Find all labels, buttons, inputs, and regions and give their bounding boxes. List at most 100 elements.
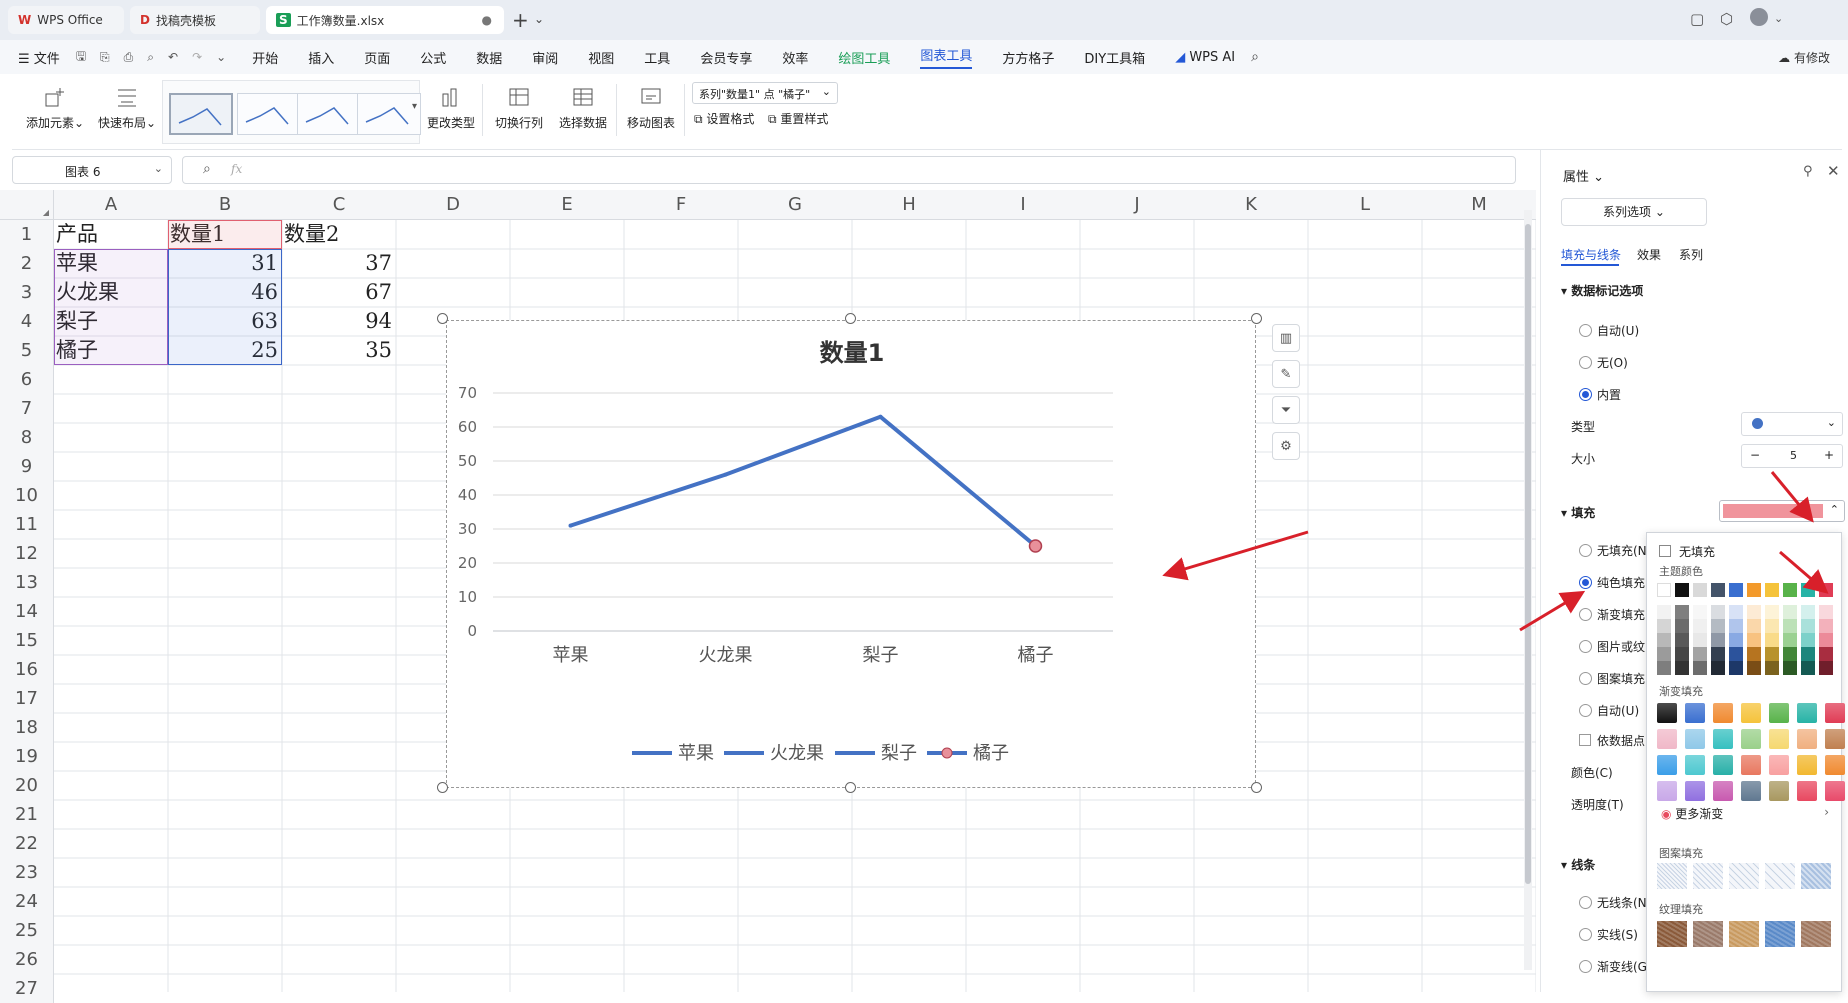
gradient-swatch[interactable] [1797, 781, 1817, 801]
theme-color-shade-swatch[interactable] [1801, 661, 1815, 675]
line-solid-radio[interactable] [1579, 928, 1592, 941]
theme-color-shade-swatch[interactable] [1801, 619, 1815, 633]
row-header[interactable]: 23 [0, 858, 54, 887]
gradient-swatch[interactable] [1741, 755, 1761, 775]
column-header-d[interactable]: D [396, 190, 510, 220]
row-header[interactable]: 4 [0, 307, 54, 336]
gradient-swatch[interactable] [1769, 755, 1789, 775]
chevron-down-icon[interactable]: ⌄ [216, 50, 226, 64]
row-header[interactable]: 14 [0, 597, 54, 626]
texture-swatch[interactable] [1693, 921, 1723, 947]
switch-row-col-button[interactable]: 切换行列 [492, 86, 546, 131]
theme-color-shade-swatch[interactable] [1729, 661, 1743, 675]
row-header[interactable]: 15 [0, 626, 54, 655]
theme-color-shade-swatch[interactable] [1657, 633, 1671, 647]
chart-style-thumb[interactable] [169, 93, 233, 135]
theme-color-shade-swatch[interactable] [1819, 605, 1833, 619]
row-header[interactable]: 1 [0, 220, 54, 249]
resize-handle[interactable] [437, 782, 448, 793]
column-header-h[interactable]: H [852, 190, 966, 220]
menu-insert[interactable]: 插入 [308, 48, 334, 67]
select-all-corner[interactable]: ◢ [0, 190, 54, 220]
theme-color-shade-swatch[interactable] [1801, 605, 1815, 619]
gradient-swatch[interactable] [1825, 781, 1845, 801]
theme-color-shade-swatch[interactable] [1711, 619, 1725, 633]
legend-entry[interactable]: 梨子 [881, 743, 917, 764]
column-header-j[interactable]: J [1080, 190, 1194, 220]
tab-workbook[interactable]: S 工作簿数量.xlsx ● [266, 6, 504, 34]
export-icon[interactable]: ⎘ [100, 50, 110, 65]
fill-section-header[interactable]: ▾ 填充 [1561, 504, 1595, 521]
theme-color-shade-swatch[interactable] [1765, 633, 1779, 647]
row-header[interactable]: 17 [0, 684, 54, 713]
chart-style-button[interactable]: ✎ [1272, 360, 1300, 388]
row-header[interactable]: 27 [0, 974, 54, 1003]
resize-handle[interactable] [845, 782, 856, 793]
tab-fill-line[interactable]: 填充与线条 [1561, 246, 1621, 263]
gradient-swatch[interactable] [1657, 703, 1677, 723]
quick-layout-button[interactable]: 快速布局⌄ [96, 86, 158, 131]
size-value[interactable]: 5 [1790, 449, 1797, 462]
select-data-button[interactable]: 选择数据 [556, 86, 610, 131]
fill-gradient-radio[interactable] [1579, 608, 1592, 621]
fill-color-picker[interactable]: ⌃ [1719, 500, 1845, 522]
changes-indicator[interactable]: ☁ 有修改 [1778, 49, 1830, 66]
column-header-k[interactable]: K [1194, 190, 1308, 220]
theme-color-shade-swatch[interactable] [1657, 661, 1671, 675]
fill-none-radio[interactable] [1579, 544, 1592, 557]
theme-color-shade-swatch[interactable] [1693, 647, 1707, 661]
column-header-i[interactable]: I [966, 190, 1080, 220]
table-cell[interactable]: 67 [282, 278, 396, 307]
marker-section-header[interactable]: ▾ 数据标记选项 [1561, 282, 1643, 299]
row-header[interactable]: 21 [0, 800, 54, 829]
chart-style-thumb[interactable] [357, 93, 421, 135]
print-preview-icon[interactable]: ⌕ [147, 50, 154, 65]
fill-picture-radio[interactable] [1579, 640, 1592, 653]
row-header[interactable]: 18 [0, 713, 54, 742]
pin-icon[interactable]: ⚲ [1803, 164, 1813, 179]
gradient-swatch[interactable] [1657, 755, 1677, 775]
row-header[interactable]: 20 [0, 771, 54, 800]
more-gradients-button[interactable]: ◉ 更多渐变 [1661, 805, 1723, 822]
resize-handle[interactable] [437, 313, 448, 324]
series-line[interactable] [569, 414, 1037, 548]
theme-color-shade-swatch[interactable] [1711, 605, 1725, 619]
table-cell[interactable]: 94 [282, 307, 396, 336]
menu-tools[interactable]: 工具 [644, 48, 670, 67]
theme-color-shade-swatch[interactable] [1693, 633, 1707, 647]
theme-color-swatch[interactable] [1819, 583, 1833, 597]
menu-page[interactable]: 页面 [364, 48, 390, 67]
gradient-swatch[interactable] [1797, 703, 1817, 723]
vertical-scrollbar[interactable] [1524, 210, 1532, 970]
data-point[interactable] [723, 472, 728, 477]
column-header-a[interactable]: A [54, 190, 168, 220]
theme-color-swatch[interactable] [1801, 583, 1815, 597]
resize-handle[interactable] [1251, 782, 1262, 793]
line-section-header[interactable]: ▾ 线条 [1561, 856, 1595, 873]
row-header[interactable]: 25 [0, 916, 54, 945]
tab-effects[interactable]: 效果 [1637, 246, 1661, 263]
texture-swatch[interactable] [1657, 921, 1687, 947]
theme-color-shade-swatch[interactable] [1783, 647, 1797, 661]
zoom-icon[interactable]: ⌕ [203, 161, 211, 177]
theme-color-shade-swatch[interactable] [1729, 619, 1743, 633]
menu-draw-tools[interactable]: 绘图工具 [838, 48, 890, 67]
gradient-swatch[interactable] [1713, 729, 1733, 749]
theme-color-shade-swatch[interactable] [1675, 647, 1689, 661]
gradient-swatch[interactable] [1769, 703, 1789, 723]
theme-color-shade-swatch[interactable] [1747, 647, 1761, 661]
theme-color-shade-swatch[interactable] [1657, 619, 1671, 633]
pattern-swatch[interactable] [1657, 863, 1687, 889]
row-header[interactable]: 5 [0, 336, 54, 365]
menu-fangfang[interactable]: 方方格子 [1002, 48, 1054, 67]
theme-color-swatch[interactable] [1657, 583, 1671, 597]
name-box[interactable]: 图表 6 ⌄ [12, 156, 172, 184]
menu-efficiency[interactable]: 效率 [782, 48, 808, 67]
move-chart-button[interactable]: 移动图表 [624, 86, 678, 131]
tab-template[interactable]: D 找稿壳模板 [130, 6, 260, 34]
fx-icon[interactable]: fx [231, 162, 242, 176]
theme-color-shade-swatch[interactable] [1729, 633, 1743, 647]
gradient-swatch[interactable] [1769, 781, 1789, 801]
theme-color-shade-swatch[interactable] [1711, 633, 1725, 647]
column-header-e[interactable]: E [510, 190, 624, 220]
